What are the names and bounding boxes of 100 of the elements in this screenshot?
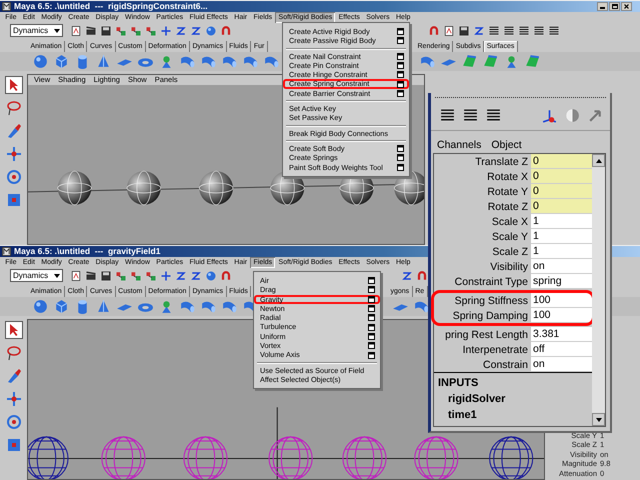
save-icon[interactable] [100, 270, 112, 282]
window-title: Maya 6.5: .\untitled --- rigidSpringConstraint6... [14, 1, 208, 12]
channel-box-menu[interactable]: Channels [437, 139, 482, 151]
attribute-value-field[interactable]: 100 [531, 293, 592, 308]
option-box-icon[interactable] [397, 80, 404, 88]
attribute-value-field[interactable]: spring [531, 274, 592, 289]
curve-icon[interactable] [190, 270, 202, 282]
node-icon[interactable] [145, 24, 158, 36]
doc-icon[interactable] [70, 270, 82, 282]
sphere-icon[interactable] [32, 298, 49, 315]
option-box-icon[interactable] [368, 324, 375, 331]
attribute-value-field[interactable]: 0 [531, 199, 592, 214]
option-box-icon[interactable] [397, 154, 404, 162]
list-icon[interactable] [439, 106, 456, 124]
curve-icon[interactable] [190, 24, 202, 36]
input-node[interactable]: time1 [438, 407, 592, 423]
option-box-icon[interactable] [397, 62, 404, 70]
curve-icon[interactable] [473, 24, 485, 36]
option-box-icon[interactable] [397, 71, 404, 78]
shaded-sphere-icon[interactable] [564, 106, 581, 124]
maximize-button[interactable] [609, 2, 620, 11]
plus-icon[interactable] [160, 270, 172, 282]
doc-icon[interactable] [70, 24, 82, 36]
node-icon[interactable] [145, 270, 158, 282]
channel-box-menu[interactable]: Object [491, 139, 522, 151]
option-box-icon[interactable] [368, 296, 375, 303]
attribute-value-field[interactable]: 100 [531, 308, 592, 323]
attribute-value-field[interactable]: off [531, 342, 592, 357]
magnet-icon[interactable] [416, 270, 428, 282]
input-node[interactable]: rigidSolver [438, 391, 592, 407]
option-box-icon[interactable] [397, 37, 404, 44]
option-box-icon[interactable] [368, 305, 375, 312]
attribute-value-field[interactable]: 1 [531, 229, 592, 244]
scroll-up-button[interactable] [592, 154, 605, 167]
attribute-value-field[interactable]: 0 [531, 169, 592, 184]
sphere-icon[interactable] [205, 270, 218, 282]
attribute-value-field[interactable]: 0 [531, 154, 592, 169]
list-icon[interactable] [503, 24, 515, 36]
attribute-value-field[interactable]: on [531, 259, 592, 274]
sphere-icon[interactable] [32, 53, 49, 70]
list-icon[interactable] [533, 24, 545, 36]
scrollbar[interactable] [592, 154, 605, 426]
attribute-value-field[interactable]: 3.381 [531, 327, 592, 342]
curve-icon[interactable] [175, 270, 188, 282]
mode-dropdown[interactable]: Dynamics [10, 24, 64, 37]
surface-icon[interactable] [524, 53, 541, 70]
attribute-value-field[interactable]: 0 [531, 184, 592, 199]
surface-icon[interactable] [482, 53, 499, 70]
option-box-icon[interactable] [397, 164, 404, 171]
option-box-icon[interactable] [368, 314, 375, 322]
plus-icon[interactable] [160, 24, 172, 36]
surface-icon[interactable] [461, 53, 478, 70]
sphere-icon[interactable] [205, 24, 218, 36]
cone-icon[interactable] [95, 53, 112, 70]
curve-icon[interactable] [175, 24, 188, 36]
cone-icon[interactable] [95, 298, 112, 315]
clapper-icon[interactable] [85, 24, 98, 36]
list-icon[interactable] [485, 106, 502, 124]
option-box-icon[interactable] [368, 332, 375, 340]
node-icon[interactable] [115, 270, 128, 282]
option-box-icon[interactable] [397, 52, 404, 60]
doc-icon[interactable] [443, 24, 455, 36]
attribute-label: pring Rest Length [444, 328, 529, 340]
attribute-label: Spring Stiffness [454, 294, 529, 306]
magnet-icon[interactable] [220, 270, 232, 282]
node-icon[interactable] [130, 24, 142, 36]
list-icon[interactable] [488, 24, 500, 36]
option-box-icon[interactable] [368, 342, 375, 350]
node-icon[interactable] [115, 24, 128, 36]
caret-icon [54, 274, 60, 278]
attribute-value-field[interactable]: 1 [531, 244, 592, 259]
save-icon[interactable] [458, 24, 470, 36]
list-icon[interactable] [548, 24, 560, 36]
close-button[interactable] [621, 2, 632, 11]
clapper-icon[interactable] [85, 270, 98, 282]
lasso-icon[interactable] [4, 99, 22, 117]
attribute-value-field[interactable]: 1 [531, 214, 592, 229]
option-box-icon[interactable] [368, 352, 375, 359]
mode-dropdown[interactable]: Dynamics [10, 269, 64, 282]
save-icon[interactable] [100, 24, 112, 36]
option-box-icon[interactable] [368, 277, 375, 284]
option-box-icon[interactable] [368, 286, 375, 294]
node-icon[interactable] [130, 270, 142, 282]
rotate-icon[interactable] [4, 413, 22, 431]
magnet-icon[interactable] [220, 24, 232, 36]
cube-icon[interactable] [53, 53, 70, 70]
curve-icon[interactable] [401, 270, 413, 282]
cube-icon[interactable] [53, 298, 70, 315]
list-icon[interactable] [462, 106, 479, 124]
list-icon[interactable] [518, 24, 530, 36]
minimize-button[interactable] [597, 2, 608, 11]
scroll-down-button[interactable] [592, 413, 605, 426]
move-icon[interactable] [4, 145, 22, 163]
option-box-icon[interactable] [397, 145, 404, 152]
rotate-icon[interactable] [4, 168, 22, 186]
move-icon[interactable] [4, 390, 22, 408]
attribute-value-field[interactable]: on [531, 357, 592, 372]
lasso-icon[interactable] [4, 344, 22, 362]
option-box-icon[interactable] [397, 28, 404, 36]
option-box-icon[interactable] [397, 90, 404, 97]
